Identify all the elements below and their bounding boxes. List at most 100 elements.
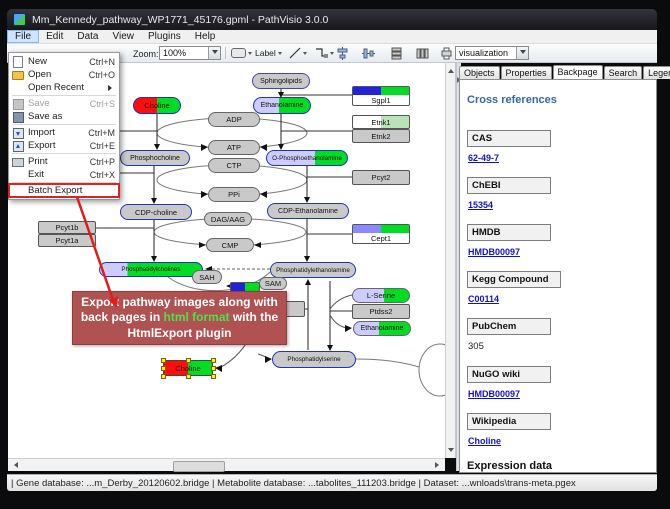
node-choline-selected[interactable]: Choline (163, 360, 213, 376)
node-sphingolipids[interactable]: Sphingolipids (252, 73, 310, 89)
node-atp[interactable]: ATP (208, 140, 260, 155)
node-ethanolamine-top[interactable]: Ethanolamine (253, 97, 311, 114)
node-sam[interactable]: SAM (259, 277, 287, 290)
selection-handle[interactable] (186, 358, 191, 363)
gene-tool-dropdown-icon[interactable] (248, 52, 252, 57)
menu-plugins[interactable]: Plugins (141, 30, 188, 43)
expression-strip (353, 87, 409, 95)
file-menu-item-import[interactable]: ImportCtrl+M (9, 126, 119, 139)
file-menu-item-exit[interactable]: ExitCtrl+X (9, 168, 119, 181)
tab-objects[interactable]: Objects (459, 66, 500, 79)
node-pcyt1b[interactable]: Pcyt1b (38, 221, 96, 234)
menu-view[interactable]: View (105, 30, 141, 43)
node-choline-top[interactable]: Choline (133, 97, 181, 114)
menu-help[interactable]: Help (188, 30, 223, 43)
node-phosphatidylcholines[interactable]: Phosphatidylcholines (99, 262, 203, 277)
xref-link[interactable]: HMDB00097 (468, 389, 656, 399)
gene-tool-button[interactable] (229, 46, 254, 60)
node-phosphatidylserine[interactable]: Phosphatidylserine (272, 351, 356, 368)
xref-link[interactable]: C00114 (468, 294, 656, 304)
annotation-segment: html format (164, 310, 230, 324)
visualization-dropdown-icon[interactable] (516, 47, 528, 59)
file-menu-item-label: Print (28, 156, 90, 167)
node-label: ADP (225, 115, 242, 124)
title-bar[interactable]: Mm_Kennedy_pathway_WP1771_45176.gpml - P… (7, 9, 657, 30)
xref-link[interactable]: 15354 (468, 200, 656, 210)
file-menu-item-save[interactable]: SaveCtrl+S (9, 97, 119, 110)
selection-handle[interactable] (186, 374, 191, 379)
node-cdp-choline[interactable]: CDP-choline (120, 204, 192, 220)
node-ethanolamine-bottom[interactable]: Ethanolamine (353, 321, 411, 336)
tab-legend[interactable]: Legend (643, 66, 670, 79)
zoom-combobox[interactable]: 100% (159, 46, 221, 60)
label-tool-button[interactable]: Label (253, 46, 284, 60)
tab-backpage[interactable]: Backpage (553, 65, 603, 79)
file-menu-item-new[interactable]: NewCtrl+N (9, 55, 119, 68)
file-menu-item-print[interactable]: PrintCtrl+P (9, 155, 119, 168)
node-pcyt1a[interactable]: Pcyt1a (38, 234, 96, 247)
node-phosphatidylethanolamine[interactable]: Phosphatidylethanolamine (270, 262, 356, 278)
selection-handle[interactable] (161, 366, 166, 371)
node-label: DAG/AAG (210, 215, 246, 224)
file-menu-item-batch-export[interactable]: Batch Export (9, 184, 119, 197)
canvas-vertical-scrollbar[interactable] (445, 63, 456, 458)
menu-edit[interactable]: Edit (39, 30, 70, 43)
node-sgpl1[interactable]: Sgpl1 (352, 86, 410, 106)
xref-link[interactable]: 62-49-7 (468, 153, 656, 163)
file-menu-item-open[interactable]: OpenCtrl+O (9, 68, 119, 81)
node-ppi[interactable]: PPi (208, 187, 260, 202)
scroll-down-icon[interactable] (448, 448, 454, 455)
zoom-dropdown-icon[interactable] (208, 47, 220, 59)
node-label: Sphingolipids (259, 78, 303, 85)
export-image-button[interactable] (438, 46, 454, 60)
selection-handle[interactable] (161, 358, 166, 363)
stack-horizontal-button[interactable] (414, 46, 430, 60)
node-pcyt2[interactable]: Pcyt2 (352, 170, 410, 185)
node-ptdss2[interactable]: Ptdss2 (352, 304, 410, 319)
scroll-up-icon[interactable] (448, 66, 454, 73)
node-cdp-ethanolamine[interactable]: CDP-Ethanolamine (267, 203, 349, 219)
node-sah[interactable]: SAH (192, 270, 222, 284)
selection-handle[interactable] (211, 374, 216, 379)
selection-handle[interactable] (161, 374, 166, 379)
menu-file[interactable]: File (7, 30, 39, 43)
node-dag[interactable]: DAG/AAG (204, 212, 252, 226)
node-label: CMP (221, 241, 240, 250)
selection-handle[interactable] (211, 358, 216, 363)
connector-tool-button[interactable] (313, 46, 336, 60)
visualization-combobox[interactable]: visualization (455, 46, 529, 60)
tab-search[interactable]: Search (604, 66, 643, 79)
canvas-horizontal-scrollbar[interactable] (8, 458, 445, 471)
file-menu-item-save-as[interactable]: Save as (9, 110, 119, 123)
scroll-left-icon[interactable] (11, 462, 18, 468)
align-center-x-button[interactable] (334, 46, 350, 60)
file-menu-item-label: Import (28, 127, 88, 138)
node-o-phosphoethanolamine[interactable]: O-Phosphoethanolamine (266, 150, 348, 166)
node-cept1[interactable]: Cept1 (352, 224, 410, 244)
node-label: Pcyt1a (55, 236, 80, 245)
node-l-serine[interactable]: L-Serine (352, 288, 410, 303)
node-ctp[interactable]: CTP (208, 158, 260, 173)
xref-link[interactable]: HMDB00097 (468, 247, 656, 257)
xref-link[interactable]: Choline (468, 436, 656, 446)
selection-handle[interactable] (211, 366, 216, 371)
node-adp[interactable]: ADP (208, 112, 260, 127)
stack-vertical-button[interactable] (388, 46, 404, 60)
label-tool-dropdown-icon[interactable] (278, 52, 282, 57)
node-etnk2[interactable]: Etnk2 (352, 129, 410, 143)
tab-properties[interactable]: Properties (501, 66, 552, 79)
file-menu-item-open-recent[interactable]: Open Recent (9, 81, 119, 94)
align-center-y-button[interactable] (360, 46, 376, 60)
node-label: Cept1 (370, 234, 392, 243)
line-icon (289, 47, 301, 59)
line-tool-dropdown-icon[interactable] (303, 52, 307, 57)
export-icon (12, 140, 24, 151)
menu-data[interactable]: Data (70, 30, 105, 43)
line-tool-button[interactable] (287, 46, 309, 60)
horizontal-scroll-thumb[interactable] (173, 461, 225, 472)
file-menu-item-export[interactable]: ExportCtrl+E (9, 139, 119, 152)
node-cmp[interactable]: CMP (206, 238, 254, 252)
scroll-right-icon[interactable] (435, 462, 442, 468)
node-etnk1[interactable]: Etnk1 (352, 115, 410, 129)
node-phosphocholine[interactable]: Phosphocholine (120, 150, 190, 166)
